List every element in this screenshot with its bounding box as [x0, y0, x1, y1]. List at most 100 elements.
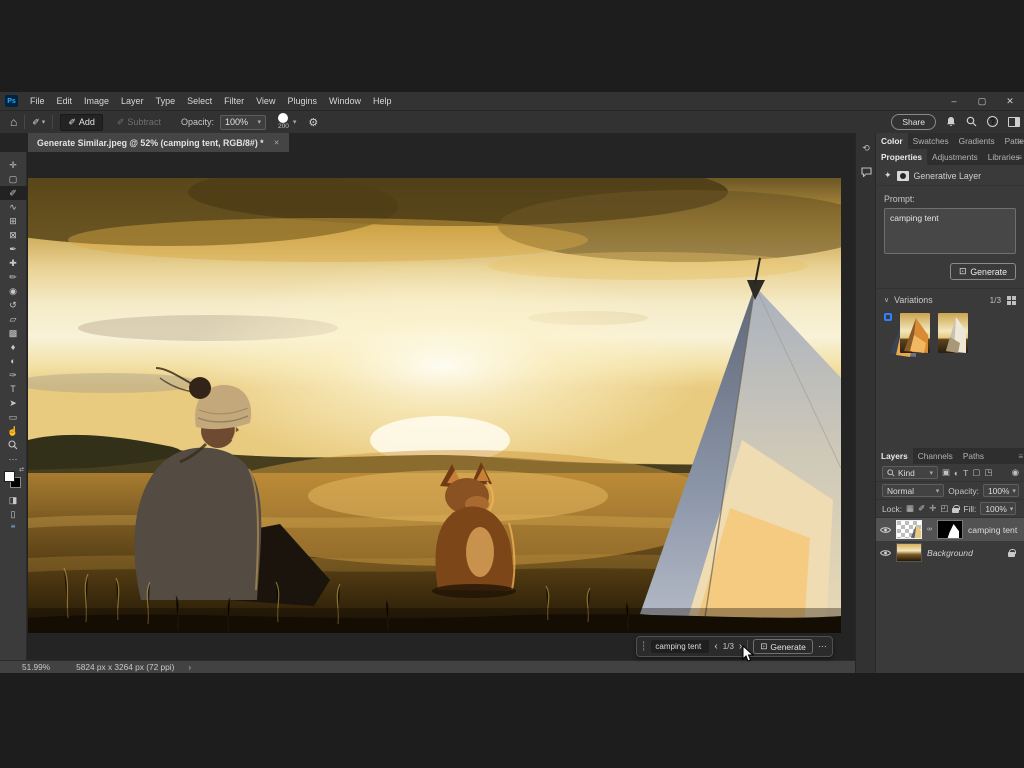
canvas-photo[interactable] — [28, 178, 841, 633]
tab-close-icon[interactable]: ✕ — [274, 139, 280, 147]
lock-artboard-icon[interactable]: ◰ — [940, 503, 948, 514]
lock-all-icon[interactable] — [952, 505, 959, 513]
menu-view[interactable]: View — [250, 92, 281, 110]
move-tool[interactable]: ✛ — [0, 158, 27, 172]
filter-adjustment-icon[interactable]: ◐ — [954, 468, 959, 478]
maximize-button[interactable]: ▢ — [968, 96, 996, 107]
frame-tool[interactable]: ⊠ — [0, 228, 27, 242]
layer-row-background[interactable]: Background — [876, 541, 1024, 564]
add-selection-button[interactable]: ✐ Add — [60, 114, 103, 131]
panel-menu-icon[interactable]: ≡ — [1017, 153, 1022, 162]
taskbar-generate-button[interactable]: ⊡ Generate — [753, 639, 813, 654]
menu-filter[interactable]: Filter — [218, 92, 250, 110]
tab-swatches[interactable]: Swatches — [908, 133, 954, 149]
variation-thumb-3[interactable] — [938, 313, 968, 353]
search-icon[interactable] — [966, 116, 977, 127]
filter-smart-object-icon[interactable]: ◳ — [984, 467, 992, 478]
menu-select[interactable]: Select — [181, 92, 218, 110]
share-button[interactable]: Share — [891, 114, 936, 130]
visibility-eye-icon[interactable] — [880, 526, 891, 534]
dodge-tool[interactable]: ◐ — [0, 354, 27, 368]
gear-icon[interactable]: ⚙ — [308, 116, 318, 129]
minimize-button[interactable]: – — [940, 96, 968, 106]
history-brush-tool[interactable]: ↺ — [0, 298, 27, 312]
lasso-tool[interactable]: ∿ — [0, 200, 27, 214]
panel-menu-icon[interactable]: ≡ — [1018, 452, 1023, 461]
lock-position-icon[interactable]: ✛ — [929, 503, 936, 514]
tab-adjustments[interactable]: Adjustments — [927, 149, 983, 165]
quick-mask-toggle[interactable]: ◨ — [0, 493, 27, 507]
canvas-area[interactable] — [27, 152, 855, 660]
lock-paint-icon[interactable]: ✐ — [918, 503, 925, 514]
menu-help[interactable]: Help — [367, 92, 398, 110]
home-icon[interactable]: ⌂ — [10, 115, 17, 129]
pen-tool[interactable]: ✑ — [0, 368, 27, 382]
crop-tool[interactable]: ⊞ — [0, 214, 27, 228]
close-button[interactable]: ✕ — [996, 96, 1024, 107]
swap-colors-icon[interactable]: ⇄ — [19, 466, 24, 473]
layer-name[interactable]: Background — [927, 548, 973, 558]
screen-mode-toggle[interactable]: ▯ — [0, 507, 27, 521]
comments-panel-icon[interactable] — [856, 163, 876, 181]
eyedropper-tool[interactable]: ✒ — [0, 242, 27, 256]
layer-filter-dropdown[interactable]: Kind ▾ — [882, 466, 938, 479]
filter-type-icon[interactable]: T — [963, 468, 968, 478]
menu-image[interactable]: Image — [78, 92, 115, 110]
visibility-eye-icon[interactable] — [880, 549, 891, 557]
menu-type[interactable]: Type — [150, 92, 182, 110]
hand-tool[interactable]: ☝ — [0, 424, 27, 438]
feedback-icon[interactable]: ❝ — [0, 521, 27, 535]
type-tool[interactable]: T — [0, 382, 27, 396]
variation-thumb-selected[interactable] — [884, 313, 892, 321]
blend-mode-dropdown[interactable]: Normal ▾ — [882, 484, 944, 497]
menu-edit[interactable]: Edit — [51, 92, 79, 110]
prompt-input[interactable]: camping tent — [884, 208, 1016, 254]
generate-button[interactable]: ⊡ Generate — [950, 263, 1016, 280]
layer-mask-thumbnail[interactable] — [937, 520, 963, 539]
fill-dropdown[interactable]: 100% ▾ — [980, 502, 1016, 515]
path-selection-tool[interactable]: ➤ — [0, 396, 27, 410]
layer-thumbnail[interactable] — [896, 543, 922, 562]
color-swatches[interactable]: ⇄ — [4, 471, 22, 489]
selection-brush-tool[interactable]: ✐ — [0, 186, 27, 200]
edit-toolbar-more[interactable]: ⋯ — [0, 452, 27, 466]
history-panel-icon[interactable]: ⟲ — [856, 139, 876, 157]
spot-healing-tool[interactable]: ✚ — [0, 256, 27, 270]
workspace-switcher-icon[interactable] — [1008, 117, 1020, 127]
filter-image-icon[interactable]: ▣ — [942, 467, 950, 478]
status-chevron-icon[interactable]: › — [188, 662, 191, 672]
marquee-tool[interactable]: ▢ — [0, 172, 27, 186]
zoom-tool[interactable] — [0, 438, 27, 452]
tool-preset-picker[interactable]: ✐ ▾ — [32, 117, 45, 128]
more-options-icon[interactable]: ⋯ — [818, 641, 828, 652]
filter-toggle-icon[interactable]: ◉ — [1012, 467, 1019, 478]
tab-paths[interactable]: Paths — [958, 448, 989, 464]
menu-plugins[interactable]: Plugins — [281, 92, 323, 110]
grid-view-icon[interactable] — [1007, 296, 1016, 305]
rectangle-tool[interactable]: ▭ — [0, 410, 27, 424]
tab-gradients[interactable]: Gradients — [954, 133, 1000, 149]
brush-tool[interactable]: ✏ — [0, 270, 27, 284]
notifications-bell-icon[interactable] — [946, 116, 956, 127]
gradient-tool[interactable]: ▩ — [0, 326, 27, 340]
foreground-color-swatch[interactable] — [4, 471, 15, 482]
mask-link-icon[interactable]: ∞ — [927, 526, 932, 533]
filter-group-icon[interactable]: ▢ — [972, 467, 980, 478]
menu-layer[interactable]: Layer — [115, 92, 150, 110]
opacity-dropdown[interactable]: 100% ▾ — [220, 115, 266, 130]
blur-tool[interactable]: ♦ — [0, 340, 27, 354]
chevron-down-icon[interactable]: ∨ — [884, 296, 889, 304]
brush-size-picker[interactable]: 200 — [278, 113, 289, 131]
menu-window[interactable]: Window — [323, 92, 367, 110]
panel-menu-icon[interactable]: ≡ — [1017, 137, 1022, 146]
zoom-level-field[interactable]: 51.99% — [22, 662, 50, 672]
menu-file[interactable]: File — [24, 92, 51, 110]
previous-variation-button[interactable]: ‹ — [714, 642, 717, 652]
tab-color[interactable]: Color — [876, 133, 908, 149]
layer-row-camping-tent[interactable]: ∞ camping tent — [876, 518, 1024, 541]
drag-handle-icon[interactable]: ┆ — [641, 641, 646, 652]
document-tab[interactable]: Generate Similar.jpeg @ 52% (camping ten… — [28, 133, 289, 152]
layer-opacity-dropdown[interactable]: 100% ▾ — [983, 484, 1019, 497]
layer-name[interactable]: camping tent — [968, 525, 1017, 535]
lock-transparent-icon[interactable]: ▦ — [906, 503, 914, 514]
